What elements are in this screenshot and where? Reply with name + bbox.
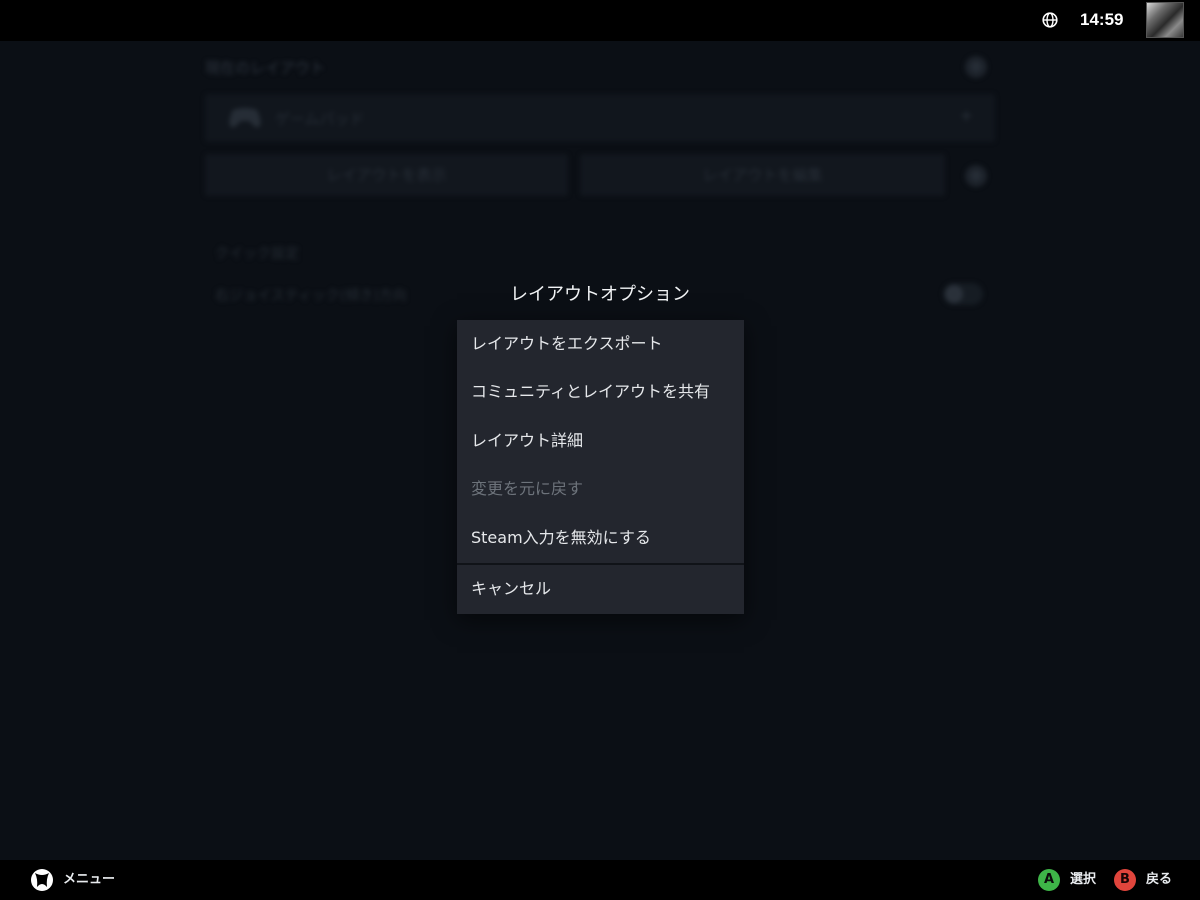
layout-select[interactable]: ゲームパッド + [205,94,995,142]
menu-item-share-layout[interactable]: コミュニティとレイアウトを共有 [457,368,744,416]
b-button-icon: B [1114,869,1136,891]
setting-toggle[interactable] [943,283,983,305]
globe-icon[interactable] [1042,12,1058,28]
settings-icon[interactable]: ⚙ [965,56,987,78]
menu-item-cancel[interactable]: キャンセル [457,565,744,613]
clock: 14:59 [1080,10,1124,29]
menu-item-revert-changes: 変更を元に戻す [471,479,584,498]
dialog-title: レイアウトオプション [510,284,690,305]
bottom-hint-bar: メニュー A 選択 B 戻る [0,860,1200,900]
menu-item-export-layout[interactable]: レイアウトをエクスポート [457,320,744,368]
toggle-knob [945,285,963,303]
view-layout-button[interactable]: レイアウトを表示 [205,154,568,196]
edit-layout-button[interactable]: レイアウトを編集 [580,154,945,196]
menu-item-disable-steam-input[interactable]: Steam入力を無効にする [457,514,744,562]
a-button-icon: A [1038,869,1060,891]
layout-options-menu: レイアウトをエクスポート コミュニティとレイアウトを共有 レイアウト詳細 変更を… [457,320,744,614]
select-hint-label[interactable]: 選択 [1070,871,1096,889]
xbox-icon[interactable] [30,868,54,892]
gear-icon[interactable]: ⚙ [965,165,987,187]
user-avatar[interactable] [1146,2,1184,38]
plus-icon: + [959,106,973,125]
menu-hint-label[interactable]: メニュー [63,871,115,889]
gamepad-icon [229,108,261,128]
layout-select-label: ゲームパッド [275,110,365,128]
back-hint-label[interactable]: 戻る [1146,871,1172,889]
setting-row-label: 右ジョイスティック(傾き)方向 [215,288,407,304]
quick-settings-heading: クイック設定 [215,246,299,262]
menu-item-layout-details[interactable]: レイアウト詳細 [457,417,744,465]
steam-deck-screen: 14:59 現在のレイアウト ⚙ ゲームパッド + レイアウトを表示 レイアウト… [0,0,1200,900]
top-status-bar: 14:59 [0,0,1200,41]
current-layout-heading: 現在のレイアウト [205,59,326,77]
